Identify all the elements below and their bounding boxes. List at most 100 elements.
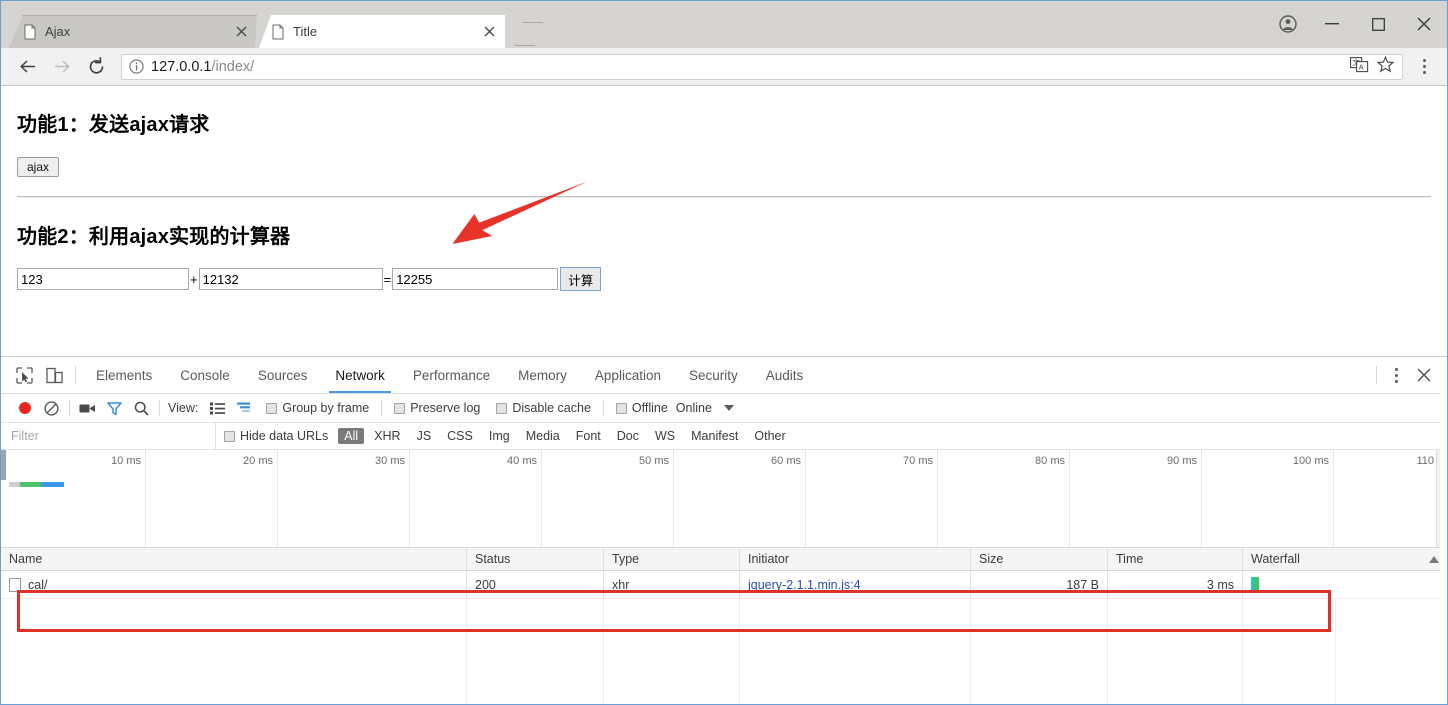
info-circle-icon[interactable] xyxy=(128,59,144,75)
address-bar[interactable]: 127.0.0.1/index/ 文 A xyxy=(121,53,1403,80)
devtools-tab-performance[interactable]: Performance xyxy=(399,357,504,393)
list-view-icon[interactable] xyxy=(204,396,231,420)
browser-tab-ajax[interactable]: Ajax xyxy=(9,15,257,48)
page-icon xyxy=(23,24,37,40)
filter-type-all[interactable]: All xyxy=(338,428,365,444)
devtools-tab-console[interactable]: Console xyxy=(166,357,244,393)
chevron-down-icon[interactable] xyxy=(723,405,734,411)
devtools-tab-network[interactable]: Network xyxy=(321,357,399,393)
divider xyxy=(159,400,160,416)
overview-tick: 10 ms xyxy=(111,455,141,467)
dot xyxy=(1422,71,1426,74)
filter-type-manifest[interactable]: Manifest xyxy=(685,428,744,444)
filter-type-ws[interactable]: WS xyxy=(649,428,681,444)
inspect-element-icon[interactable] xyxy=(9,361,39,389)
disable-cache-label: Disable cache xyxy=(512,401,591,415)
devtools-tab-sources[interactable]: Sources xyxy=(244,357,322,393)
filter-funnel-icon[interactable] xyxy=(101,396,128,420)
ajax-button[interactable]: ajax xyxy=(17,157,60,177)
new-tab-button[interactable] xyxy=(511,20,547,46)
filter-type-font[interactable]: Font xyxy=(570,428,607,444)
devtools-tab-application[interactable]: Application xyxy=(581,357,675,393)
divider xyxy=(1376,366,1377,384)
column-header-type[interactable]: Type xyxy=(604,548,740,570)
empty-column xyxy=(467,599,604,704)
column-header-waterfall[interactable]: Waterfall xyxy=(1243,548,1447,570)
translate-icon[interactable]: 文 A xyxy=(1350,56,1369,77)
throttling-value[interactable]: Online xyxy=(676,401,712,415)
filter-type-img[interactable]: Img xyxy=(483,428,516,444)
column-header-size[interactable]: Size xyxy=(971,548,1108,570)
tab-title: Title xyxy=(293,24,318,39)
column-header-initiator[interactable]: Initiator xyxy=(740,548,971,570)
calculate-button[interactable]: 计算 xyxy=(560,267,602,291)
overview-tick: 40 ms xyxy=(507,455,537,467)
network-overview-timeline[interactable]: 10 ms 20 ms 30 ms 40 ms 50 ms 60 ms 70 m… xyxy=(1,450,1447,548)
waterfall-view-icon[interactable] xyxy=(231,396,258,420)
tab-close-icon[interactable] xyxy=(231,22,251,42)
devtools-tab-elements[interactable]: Elements xyxy=(82,357,166,393)
column-header-name[interactable]: Name xyxy=(1,548,467,570)
browser-tab-title[interactable]: Title xyxy=(257,15,505,48)
three-dots-icon[interactable] xyxy=(1411,53,1437,81)
filter-type-doc[interactable]: Doc xyxy=(611,428,645,444)
preserve-log-checkbox[interactable]: Preserve log xyxy=(394,401,480,415)
column-header-status[interactable]: Status xyxy=(467,548,604,570)
filter-type-css[interactable]: CSS xyxy=(441,428,479,444)
devtools-tab-audits[interactable]: Audits xyxy=(752,357,818,393)
maximize-button[interactable] xyxy=(1355,9,1401,39)
devtools-tab-security[interactable]: Security xyxy=(675,357,752,393)
operand-a-input[interactable] xyxy=(17,268,189,290)
record-icon[interactable] xyxy=(11,396,38,420)
operand-b-input[interactable] xyxy=(198,268,383,290)
preserve-log-label: Preserve log xyxy=(410,401,481,415)
browser-window: Ajax Title 127.0.0.1 /index/ A 功能1：发送aja… xyxy=(0,0,1448,705)
network-filter-bar: Hide data URLs All XHR JS CSS Img Media … xyxy=(1,423,1447,450)
filter-input[interactable] xyxy=(1,423,216,449)
tab-strip: Ajax Title xyxy=(1,1,1447,48)
back-button[interactable] xyxy=(11,52,45,82)
column-header-time[interactable]: Time xyxy=(1108,548,1243,570)
table-row[interactable]: cal/ 200 xhr jquery-2.1.1.min.js:4 187 B… xyxy=(1,571,1447,599)
overview-tick: 100 ms xyxy=(1292,455,1329,467)
hide-data-urls-checkbox[interactable]: Hide data URLs xyxy=(224,429,328,443)
cell-name[interactable]: cal/ xyxy=(1,571,467,598)
close-window-button[interactable] xyxy=(1401,9,1447,39)
disable-cache-checkbox[interactable]: Disable cache xyxy=(496,401,591,415)
star-icon[interactable] xyxy=(1376,55,1395,77)
devtools-panel: Elements Console Sources Network Perform… xyxy=(1,356,1447,704)
devtools-tab-memory[interactable]: Memory xyxy=(504,357,581,393)
camera-icon[interactable] xyxy=(74,396,101,420)
checkbox-box xyxy=(496,402,508,414)
overview-tick: 70 ms xyxy=(903,455,933,467)
filter-type-xhr[interactable]: XHR xyxy=(368,428,406,444)
filter-type-other[interactable]: Other xyxy=(748,428,791,444)
offline-checkbox[interactable]: Offline xyxy=(615,401,668,415)
close-devtools-icon[interactable] xyxy=(1409,361,1439,389)
page-heading-1: 功能1：发送ajax请求 xyxy=(17,114,210,136)
forward-button[interactable] xyxy=(45,52,79,82)
reload-button[interactable] xyxy=(79,52,113,82)
group-by-frame-checkbox[interactable]: Group by frame xyxy=(266,401,369,415)
empty-column xyxy=(1,599,467,704)
operator-equals: = xyxy=(383,271,392,287)
page-icon xyxy=(271,24,285,40)
group-by-frame-label: Group by frame xyxy=(282,401,370,415)
cell-initiator[interactable]: jquery-2.1.1.min.js:4 xyxy=(740,571,971,598)
filter-type-media[interactable]: Media xyxy=(520,428,566,444)
search-icon[interactable] xyxy=(128,396,155,420)
filter-type-js[interactable]: JS xyxy=(411,428,438,444)
empty-column xyxy=(1243,599,1336,704)
result-input[interactable] xyxy=(392,268,559,290)
cell-status: 200 xyxy=(467,571,604,598)
minimize-button[interactable] xyxy=(1309,9,1355,39)
initiator-link[interactable]: jquery-2.1.1.min.js:4 xyxy=(748,578,861,592)
more-options-icon[interactable] xyxy=(1383,361,1409,389)
tab-close-icon[interactable] xyxy=(479,22,499,42)
overview-request-bar xyxy=(9,482,64,487)
profile-avatar-icon[interactable] xyxy=(1267,9,1309,39)
clear-icon[interactable] xyxy=(38,396,65,420)
device-toolbar-icon[interactable] xyxy=(39,361,69,389)
devtools-right-rail xyxy=(1440,357,1447,704)
overview-tick: 80 ms xyxy=(1035,455,1065,467)
